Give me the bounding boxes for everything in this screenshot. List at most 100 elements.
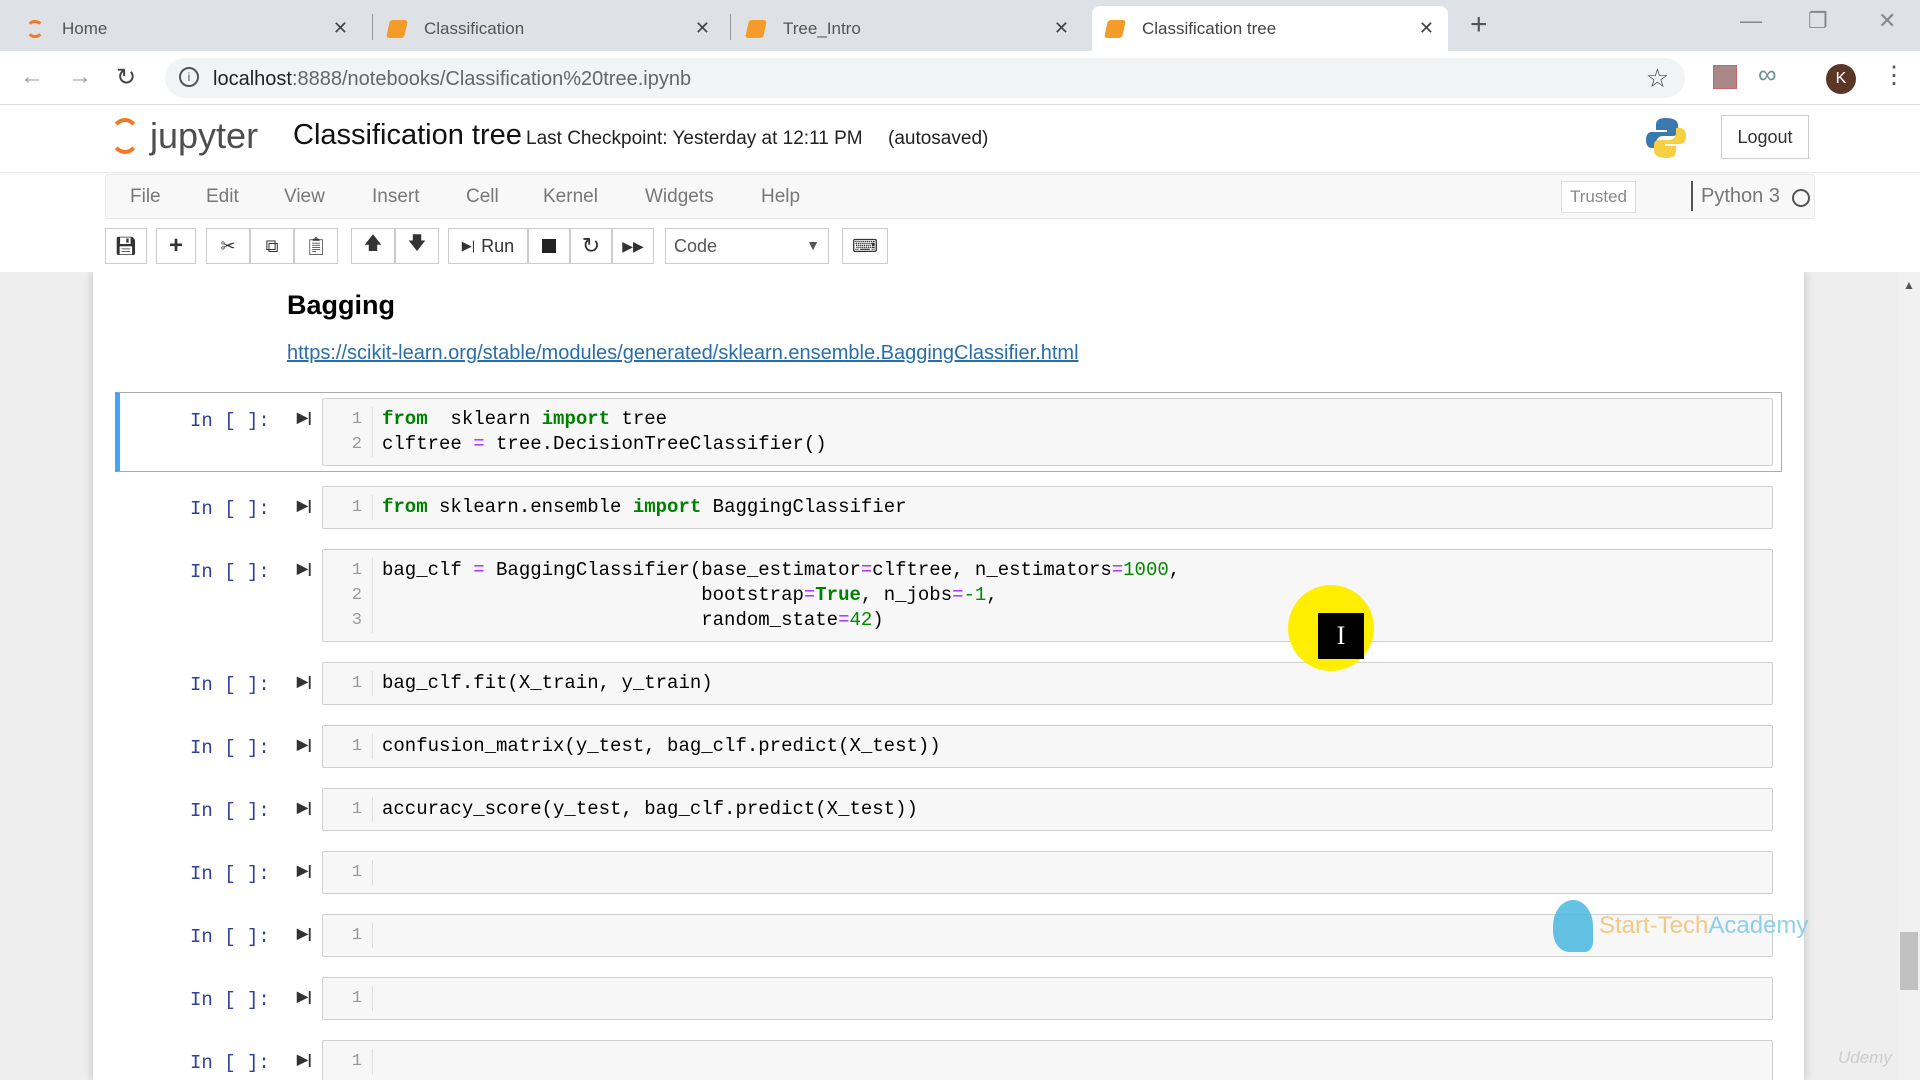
menu-widgets[interactable]: Widgets xyxy=(645,186,714,208)
menu-edit[interactable]: Edit xyxy=(206,186,239,208)
logout-button[interactable]: Logout xyxy=(1721,115,1809,159)
menu-file[interactable]: File xyxy=(130,186,161,208)
code-editor[interactable]: from sklearn.ensemble import BaggingClas… xyxy=(373,495,907,520)
code-editor[interactable]: bag_clf.fit(X_train, y_train) xyxy=(373,671,713,696)
back-button[interactable]: ← xyxy=(20,63,44,91)
code-input[interactable]: 1 xyxy=(322,977,1773,1020)
tab-classification[interactable]: Classification ✕ xyxy=(374,6,724,51)
code-editor[interactable] xyxy=(373,860,382,885)
move-up-button[interactable]: 🡅 xyxy=(351,228,395,264)
code-cell[interactable]: In [ ]: ▶| 1 xyxy=(93,1040,1804,1080)
run-cell-icon[interactable]: ▶| xyxy=(297,736,312,753)
close-icon[interactable]: ✕ xyxy=(1054,18,1069,39)
run-cell-icon[interactable]: ▶| xyxy=(297,497,312,514)
window-close-button[interactable]: ✕ xyxy=(1878,8,1896,34)
code-cell[interactable]: In [ ]: ▶| 1 confusion_matrix(y_test, bag_c… xyxy=(93,725,1804,768)
code-cell[interactable]: In [ ]: ▶| 1 2 3 bag_clf = BaggingClassifier(… xyxy=(93,549,1804,642)
tab-home[interactable]: Home ✕ xyxy=(12,6,362,51)
trusted-indicator[interactable]: Trusted xyxy=(1561,181,1637,213)
code-cell[interactable]: In [ ]: ▶| 1 xyxy=(93,914,1804,957)
run-cell-icon[interactable]: ▶| xyxy=(297,799,312,816)
code-cell[interactable]: In [ ]: ▶| 1 2 from sklearn import tree clftr… xyxy=(115,392,1782,472)
kernel-name[interactable]: Python 3 xyxy=(1691,181,1780,211)
interrupt-button[interactable] xyxy=(528,228,570,264)
menu-help[interactable]: Help xyxy=(761,186,800,208)
scissors-icon: ✂ xyxy=(220,235,236,256)
run-cell-icon[interactable]: ▶| xyxy=(297,925,312,942)
close-icon[interactable]: ✕ xyxy=(695,18,710,39)
code-input[interactable]: 1 2 from sklearn import tree clftree = tree… xyxy=(322,398,1773,466)
tab-tree-intro[interactable]: Tree_Intro ✕ xyxy=(733,6,1083,51)
line-numbers: 1 xyxy=(323,734,373,759)
run-button[interactable]: ▶| Run xyxy=(448,228,528,264)
code-token: = xyxy=(803,584,816,606)
move-down-button[interactable]: 🡇 xyxy=(395,228,439,264)
run-cell-icon[interactable]: ▶| xyxy=(297,409,312,426)
bookmark-star-icon[interactable]: ☆ xyxy=(1646,63,1669,94)
copy-button[interactable]: ⧉ xyxy=(250,228,294,264)
new-tab-button[interactable]: + xyxy=(1470,8,1488,42)
code-line: from sklearn.ensemble import BaggingClas… xyxy=(382,495,907,520)
code-input[interactable]: 1 bag_clf.fit(X_train, y_train) xyxy=(322,662,1773,705)
pdf-extension-icon[interactable] xyxy=(1713,65,1737,89)
menu-kernel[interactable]: Kernel xyxy=(543,186,598,208)
save-button[interactable]: 💾︎ xyxy=(105,228,147,264)
code-input[interactable]: 1 2 3 bag_clf = BaggingClassifier(base_esti… xyxy=(322,549,1773,642)
tab-classification-tree[interactable]: Classification tree ✕ xyxy=(1092,6,1448,51)
command-palette-button[interactable]: ⌨ xyxy=(842,228,888,264)
notebook-icon xyxy=(745,19,767,38)
markdown-heading: Bagging xyxy=(287,290,395,320)
code-cell[interactable]: In [ ]: ▶| 1 bag_clf.fit(X_train, y_train) xyxy=(93,662,1804,705)
cell-type-select[interactable]: Code ▼ xyxy=(665,228,829,264)
insert-cell-button[interactable]: + xyxy=(156,228,196,264)
info-icon[interactable]: i xyxy=(179,67,199,87)
code-input[interactable]: 1 confusion_matrix(y_test, bag_clf.predic… xyxy=(322,725,1773,768)
code-input[interactable]: 1 accuracy_score(y_test, bag_clf.predict(… xyxy=(322,788,1773,831)
run-cell-icon[interactable]: ▶| xyxy=(297,988,312,1005)
docs-link[interactable]: https://scikit-learn.org/stable/modules/… xyxy=(287,342,1079,365)
close-icon[interactable]: ✕ xyxy=(1419,18,1434,39)
run-cell-icon[interactable]: ▶| xyxy=(297,560,312,577)
jupyter-logo[interactable]: jupyter xyxy=(110,115,258,157)
scroll-up-arrow-icon[interactable]: ▲ xyxy=(1903,278,1915,292)
code-editor[interactable] xyxy=(373,986,382,1011)
code-cell[interactable]: In [ ]: ▶| 1 accuracy_score(y_test, bag_clf… xyxy=(93,788,1804,831)
line-numbers: 1 xyxy=(323,797,373,822)
notebook-title[interactable]: Classification tree xyxy=(293,119,522,152)
infinity-extension-icon[interactable]: ∞ xyxy=(1758,59,1777,90)
url-input[interactable]: i localhost:8888/notebooks/Classificatio… xyxy=(165,58,1685,98)
code-editor[interactable]: bag_clf = BaggingClassifier(base_estimat… xyxy=(373,558,1180,633)
menu-insert[interactable]: Insert xyxy=(372,186,420,208)
code-editor[interactable]: confusion_matrix(y_test, bag_clf.predict… xyxy=(373,734,941,759)
code-input[interactable]: 1 from sklearn.ensemble import BaggingCla… xyxy=(322,486,1773,529)
code-cell[interactable]: In [ ]: ▶| 1 xyxy=(93,851,1804,894)
run-cell-icon[interactable]: ▶| xyxy=(297,1051,312,1068)
restart-run-all-button[interactable]: ▶▶ xyxy=(612,228,654,264)
restore-button[interactable]: ❐ xyxy=(1808,8,1828,34)
run-cell-icon[interactable]: ▶| xyxy=(297,673,312,690)
menu-cell[interactable]: Cell xyxy=(466,186,499,208)
menu-view[interactable]: View xyxy=(284,186,325,208)
close-icon[interactable]: ✕ xyxy=(333,18,348,39)
cut-button[interactable]: ✂ xyxy=(206,228,250,264)
scrollbar-thumb[interactable] xyxy=(1900,932,1918,990)
code-cell[interactable]: In [ ]: ▶| 1 from sklearn.ensemble import B… xyxy=(93,486,1804,529)
code-editor[interactable]: accuracy_score(y_test, bag_clf.predict(X… xyxy=(373,797,918,822)
browser-menu-icon[interactable]: ⋮ xyxy=(1882,61,1906,90)
notebook-scrollbar[interactable]: ▲ xyxy=(1898,272,1920,1080)
tab-label: Classification xyxy=(424,18,525,38)
minimize-button[interactable]: — xyxy=(1740,8,1762,34)
profile-avatar[interactable]: K xyxy=(1826,64,1856,94)
run-cell-icon[interactable]: ▶| xyxy=(297,862,312,879)
code-editor[interactable]: from sklearn import tree clftree = tree.D… xyxy=(373,407,827,457)
code-editor[interactable] xyxy=(373,1049,382,1074)
restart-button[interactable]: ↻ xyxy=(570,228,612,264)
code-input[interactable]: 1 xyxy=(322,851,1773,894)
code-cell[interactable]: In [ ]: ▶| 1 xyxy=(93,977,1804,1020)
line-number: 1 xyxy=(351,561,362,580)
reload-button[interactable]: ↻ xyxy=(116,63,136,92)
paste-button[interactable]: 📋︎ xyxy=(294,228,338,264)
code-editor[interactable] xyxy=(373,923,382,948)
forward-button[interactable]: → xyxy=(68,63,92,91)
code-input[interactable]: 1 xyxy=(322,1040,1773,1080)
